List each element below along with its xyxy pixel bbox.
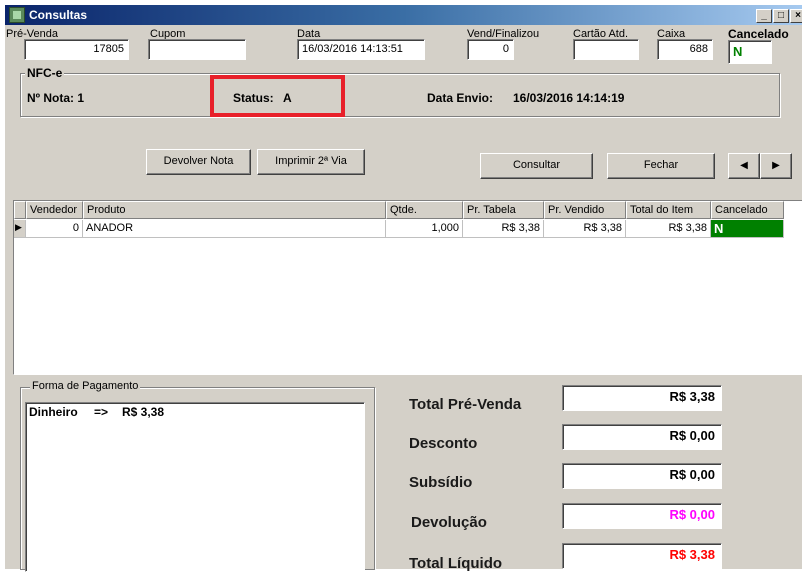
- caixa-field[interactable]: 688: [657, 39, 713, 60]
- desconto-field[interactable]: R$ 0,00: [562, 424, 722, 450]
- cancelado-label: Cancelado: [728, 27, 789, 41]
- title-bar[interactable]: Consultas _ □ ×: [5, 5, 802, 25]
- cell-produto[interactable]: ANADOR: [83, 220, 386, 238]
- prev-record-icon[interactable]: ◀: [728, 153, 760, 179]
- row-indicator-icon: ▶: [14, 220, 26, 238]
- consultas-window: Consultas _ □ × Pré-Venda 17805 Cupom Data…: [4, 4, 802, 572]
- grid-indicator-header: [14, 201, 26, 219]
- total-liquido-label: Total Líquido: [409, 555, 503, 572]
- col-vendedor[interactable]: Vendedor: [26, 201, 83, 219]
- cell-cancelado[interactable]: N: [711, 220, 784, 238]
- nfce-envio-label: Data Envio:: [427, 91, 494, 105]
- cartao-atd-field[interactable]: [573, 39, 639, 60]
- payment-list[interactable]: Dinheiro => R$ 3,38: [25, 402, 365, 572]
- total-liquido-field[interactable]: R$ 3,38: [562, 543, 722, 569]
- total-pre-venda-label: Total Pré-Venda: [409, 396, 522, 413]
- cell-vendedor[interactable]: 0: [26, 220, 83, 238]
- consultar-button[interactable]: Consultar: [480, 153, 593, 179]
- subsidio-label: Subsídio: [409, 474, 473, 491]
- nfce-group-title: NFC-e: [25, 66, 65, 80]
- window-controls: _ □ ×: [755, 7, 802, 23]
- col-qtde[interactable]: Qtde.: [386, 201, 463, 219]
- nfce-group: [20, 73, 780, 117]
- col-pr-tabela[interactable]: Pr. Tabela: [463, 201, 544, 219]
- pre-venda-field[interactable]: 17805: [24, 39, 129, 60]
- fechar-button[interactable]: Fechar: [607, 153, 715, 179]
- items-grid[interactable]: Vendedor Produto Qtde. Pr. Tabela Pr. Ve…: [13, 200, 802, 375]
- payment-amount: R$ 3,38: [122, 405, 165, 419]
- devolucao-label: Devolução: [411, 514, 487, 531]
- cancelado-field[interactable]: N: [728, 40, 772, 64]
- nfce-envio-value: 16/03/2016 14:14:19: [513, 91, 625, 105]
- col-produto[interactable]: Produto: [83, 201, 386, 219]
- cell-total-item[interactable]: R$ 3,38: [626, 220, 711, 238]
- devolucao-field[interactable]: R$ 0,00: [562, 503, 722, 529]
- data-field[interactable]: 16/03/2016 14:13:51: [297, 39, 425, 60]
- payment-arrow: =>: [94, 405, 109, 419]
- window-title: Consultas: [29, 8, 88, 22]
- cell-pr-tabela[interactable]: R$ 3,38: [463, 220, 544, 238]
- cell-qtde[interactable]: 1,000: [386, 220, 463, 238]
- payment-group-title: Forma de Pagamento: [30, 380, 141, 392]
- close-icon[interactable]: ×: [790, 9, 802, 23]
- cupom-field[interactable]: [148, 39, 246, 60]
- minimize-icon[interactable]: _: [756, 9, 772, 23]
- total-pre-venda-field[interactable]: R$ 3,38: [562, 385, 722, 411]
- devolver-nota-button[interactable]: Devolver Nota: [146, 149, 251, 175]
- cell-pr-vendido[interactable]: R$ 3,38: [544, 220, 626, 238]
- next-record-icon[interactable]: ▶: [760, 153, 792, 179]
- col-total-item[interactable]: Total do Item: [626, 201, 711, 219]
- col-cancelado[interactable]: Cancelado: [711, 201, 784, 219]
- vend-finalizou-field[interactable]: 0: [467, 39, 514, 60]
- nfce-nota: Nº Nota: 1: [27, 91, 85, 105]
- app-icon: [9, 7, 25, 23]
- status-highlight-box: [210, 75, 345, 117]
- subsidio-field[interactable]: R$ 0,00: [562, 463, 722, 489]
- payment-method: Dinheiro: [29, 405, 78, 419]
- maximize-icon[interactable]: □: [773, 9, 789, 23]
- imprimir-2via-button[interactable]: Imprimir 2ª Via: [257, 149, 365, 175]
- desconto-label: Desconto: [409, 435, 478, 452]
- col-pr-vendido[interactable]: Pr. Vendido: [544, 201, 626, 219]
